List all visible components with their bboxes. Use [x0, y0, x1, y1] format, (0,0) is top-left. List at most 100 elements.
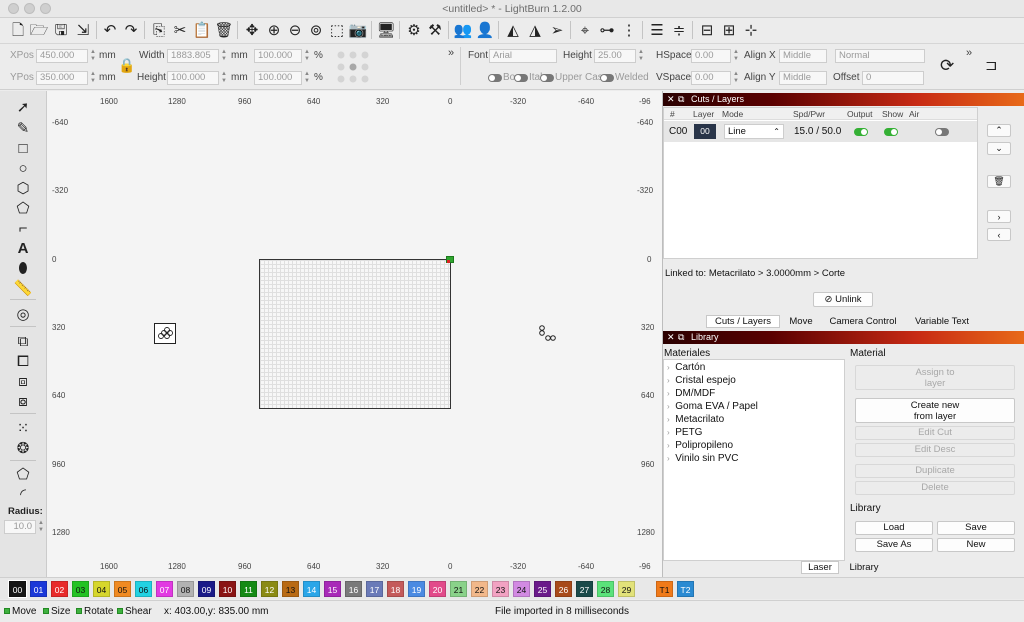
palette-swatch[interactable]: 27 — [576, 581, 593, 597]
machine-settings-icon[interactable]: ⚒ — [425, 20, 445, 40]
list-item[interactable]: › Metacrilato — [667, 414, 724, 425]
width-stepper[interactable]: ▲ ▼ — [220, 49, 228, 63]
mode-select[interactable]: Line ⌃ — [724, 124, 784, 139]
save-library-button[interactable]: Save — [937, 521, 1015, 535]
move-layer-down-button[interactable]: ⌄ — [987, 142, 1011, 155]
height-stepper[interactable]: ▲ ▼ — [220, 71, 228, 85]
distribute-horizontal-icon[interactable]: ⊞ — [719, 20, 739, 40]
palette-swatch[interactable]: 08 — [177, 581, 194, 597]
palette-swatch[interactable]: 13 — [282, 581, 299, 597]
xpos-field[interactable]: 450.000 — [36, 49, 88, 63]
palette-swatch[interactable]: 23 — [492, 581, 509, 597]
measure-icon[interactable]: 📏 — [12, 278, 34, 298]
italic-toggle[interactable] — [514, 74, 528, 82]
close-panel-icon[interactable]: ✕ — [667, 331, 675, 344]
output-toggle[interactable] — [854, 128, 868, 136]
ypos-stepper[interactable]: ▲ ▼ — [89, 71, 97, 85]
copy-icon[interactable]: ⎘ — [149, 20, 169, 40]
move-toggle[interactable]: Move — [4, 606, 36, 617]
unlink-button[interactable]: ⊘ Unlink — [813, 292, 873, 307]
xpos-stepper[interactable]: ▲ ▼ — [89, 49, 97, 63]
lock-aspect-icon[interactable]: 🔒 — [118, 57, 135, 74]
redo-icon[interactable]: ↷ — [121, 20, 141, 40]
float-panel-icon[interactable]: ⧉ — [678, 331, 684, 344]
flip-horizontal-icon[interactable]: ◭ — [503, 20, 523, 40]
select-cursor-icon[interactable]: ➚ — [12, 97, 34, 117]
save-as-button[interactable]: Save As — [855, 538, 933, 552]
edit-cut-button[interactable]: Edit Cut — [855, 426, 1015, 440]
distribute-icon[interactable]: ⋮ — [619, 20, 639, 40]
delete-icon[interactable]: 🗑 — [214, 20, 234, 40]
boolean-subtract-icon[interactable]: ⧈ — [12, 371, 34, 391]
assign-to-layer-button[interactable]: Assign to layer — [855, 365, 1015, 390]
font-select[interactable]: Arial — [489, 49, 557, 63]
settings-gear-icon[interactable]: ⚙ — [404, 20, 424, 40]
align-bottom-icon[interactable]: ⊟ — [697, 20, 717, 40]
create-new-from-layer-button[interactable]: Create new from layer — [855, 398, 1015, 423]
palette-swatch[interactable]: 09 — [198, 581, 215, 597]
frame-selection-icon[interactable]: ⬚ — [327, 20, 347, 40]
overflow-icon-2[interactable]: » — [966, 47, 972, 59]
camera-icon[interactable]: 📷 — [348, 20, 368, 40]
duplicate-button[interactable]: Duplicate — [855, 464, 1015, 478]
palette-swatch[interactable]: 18 — [387, 581, 404, 597]
palette-swatch[interactable]: 05 — [114, 581, 131, 597]
position-laser-icon[interactable]: ⬮ — [12, 258, 34, 278]
edit-desc-button[interactable]: Edit Desc — [855, 443, 1015, 457]
alignx-select[interactable]: Middle — [779, 49, 827, 63]
width-field[interactable]: 1883.805 — [167, 49, 219, 63]
tab-cuts-layers[interactable]: Cuts / Layers — [706, 315, 780, 328]
circular-array-icon[interactable]: ❂ — [12, 438, 34, 458]
palette-swatch[interactable]: 25 — [534, 581, 551, 597]
delete-material-button[interactable]: Delete — [855, 481, 1015, 495]
anchor-grid[interactable] — [335, 50, 371, 84]
tab-variable-text[interactable]: Variable Text — [904, 315, 980, 328]
palette-swatch[interactable]: 15 — [324, 581, 341, 597]
palette-swatch[interactable]: 10 — [219, 581, 236, 597]
offset-shapes-icon[interactable]: ◎ — [12, 304, 34, 324]
palette-swatch[interactable]: 07 — [156, 581, 173, 597]
palette-swatch[interactable]: 04 — [93, 581, 110, 597]
edit-nodes-icon[interactable]: ✎ — [12, 118, 34, 138]
list-item[interactable]: › Polipropileno — [667, 440, 733, 451]
air-toggle[interactable] — [935, 128, 949, 136]
palette-swatch[interactable]: 11 — [240, 581, 257, 597]
radius-field[interactable]: 10.0 — [4, 520, 36, 534]
text-style-select[interactable]: Normal — [835, 49, 925, 63]
zoom-out-icon[interactable]: ⊖ — [285, 20, 305, 40]
collapse-left-button[interactable]: ‹ — [987, 228, 1011, 241]
new-library-button[interactable]: New — [937, 538, 1015, 552]
align-top-icon[interactable]: ☰ — [647, 20, 667, 40]
move-layer-up-button[interactable]: ⌃ — [987, 124, 1011, 137]
tab-library[interactable]: Library — [843, 561, 885, 574]
align-tree-icon[interactable]: ⊶ — [597, 20, 617, 40]
center-target-icon[interactable]: ⌖ — [575, 20, 595, 40]
open-folder-icon[interactable]: 🗁 — [29, 20, 49, 40]
save-icon[interactable]: 🖫 — [51, 20, 71, 40]
palette-swatch[interactable]: 28 — [597, 581, 614, 597]
fillet-icon[interactable]: ◜ — [12, 484, 34, 504]
tab-camera-control[interactable]: Camera Control — [823, 315, 903, 328]
welded-toggle[interactable] — [600, 74, 614, 82]
line-icon[interactable]: ⌐ — [12, 218, 34, 238]
ypos-field[interactable]: 350.000 — [36, 71, 88, 85]
shear-toggle[interactable]: Shear — [117, 606, 152, 617]
uppercase-toggle[interactable] — [540, 74, 554, 82]
delete-layer-button[interactable]: 🗑 — [987, 175, 1011, 188]
palette-swatch[interactable]: 01 — [30, 581, 47, 597]
list-item[interactable]: › DM/MDF — [667, 388, 715, 399]
load-button[interactable]: Load — [855, 521, 933, 535]
close-panel-icon[interactable]: ✕ — [667, 93, 675, 106]
paste-icon[interactable]: 📋 — [192, 20, 212, 40]
group-icon[interactable]: 👥 — [453, 20, 473, 40]
align-middle-icon[interactable]: ≑ — [669, 20, 689, 40]
palette-swatch[interactable]: 00 — [8, 580, 27, 598]
palette-swatch[interactable]: 02 — [51, 581, 68, 597]
pentagon-icon[interactable]: ⬠ — [12, 198, 34, 218]
list-item[interactable]: › PETG — [667, 427, 702, 438]
distribute-vertical-icon[interactable]: ⊹ — [741, 20, 761, 40]
palette-swatch[interactable]: 22 — [471, 581, 488, 597]
palette-swatch[interactable]: 16 — [345, 581, 362, 597]
new-file-icon[interactable]: 🗋 — [8, 20, 28, 40]
table-row[interactable]: C00 00 Line ⌃ 15.0 / 50.0 — [664, 121, 977, 142]
